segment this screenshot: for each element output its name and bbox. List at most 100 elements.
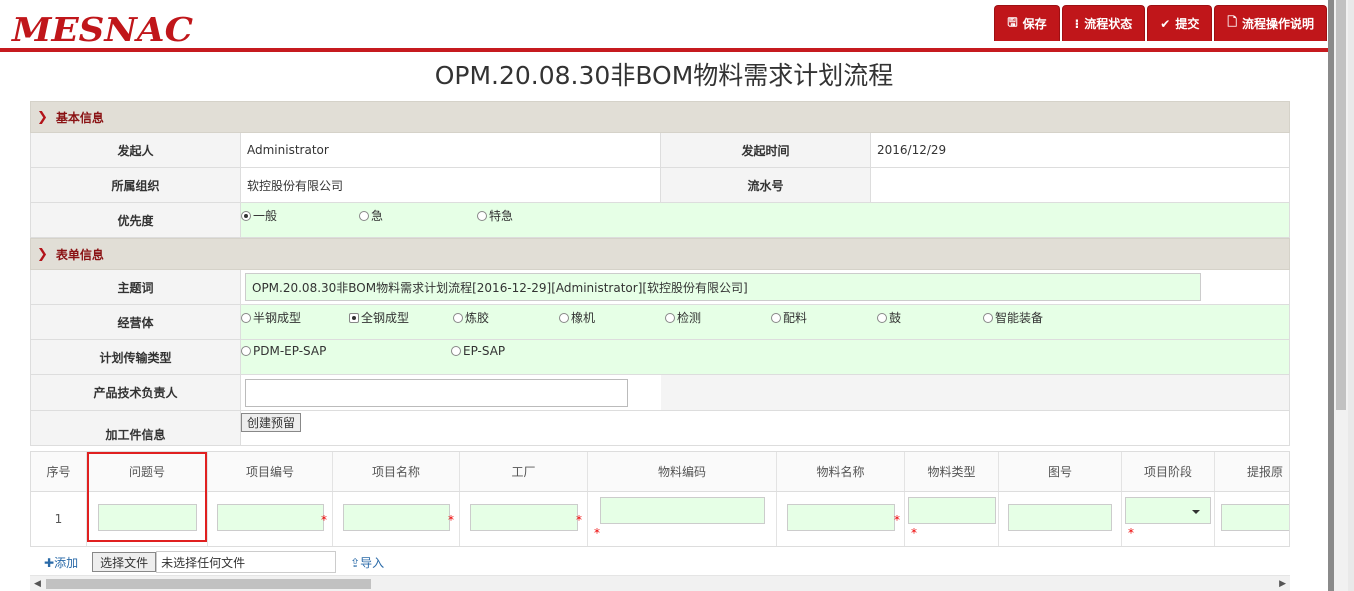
factory-input[interactable] — [469, 504, 578, 531]
doc-icon: 🗋 — [1227, 15, 1237, 29]
scroll-left-icon[interactable]: ◀ — [34, 579, 41, 589]
report-reason-cell — [1215, 492, 1289, 546]
material-code-cell: * — [588, 492, 777, 546]
row-process-parts: 加工件信息 创建预留 — [30, 411, 1290, 446]
submit-label: 提交 — [1175, 17, 1200, 31]
serial-value — [871, 168, 1289, 202]
flow-help-button[interactable]: 🗋 流程操作说明 — [1214, 5, 1327, 41]
header: MESNAC 🖫 保存 ⁝ 流程状态 ✔ 提交 🗋 流程操作说明 — [0, 0, 1328, 52]
priority-option-normal[interactable]: 一般 — [241, 207, 359, 224]
col-material-type: 物料类型 — [905, 452, 999, 491]
chevron-right-icon: ❯ — [37, 246, 48, 262]
required-mark: * — [448, 513, 454, 527]
project-no-input[interactable] — [216, 504, 324, 531]
page-title: OPM.20.08.30非BOM物料需求计划流程 — [434, 61, 894, 90]
material-type-input[interactable] — [907, 497, 996, 524]
plus-icon: ✚ — [44, 555, 55, 570]
grid-header: 序号 问题号 项目编号 项目名称 工厂 物料编码 物料名称 物料类型 图号 项目… — [31, 452, 1289, 492]
initiator-value: Administrator — [241, 133, 661, 167]
subject-cell: OPM.20.08.30非BOM物料需求计划流程[2016-12-29][Adm… — [241, 270, 1289, 304]
col-report-reason: 提报原 — [1247, 465, 1284, 479]
required-mark: * — [576, 513, 582, 527]
row-business-unit: 经营体 半钢成型 全钢成型 炼胶 橡机 检测 配料 鼓 智能装备 — [30, 305, 1290, 340]
process-cell: 创建预留 — [241, 411, 1289, 445]
project-stage-cell: * — [1122, 492, 1215, 546]
horizontal-scrollbar[interactable]: ◀ ▶ — [30, 575, 1290, 591]
radio-icon — [877, 312, 887, 323]
priority-radios: 一般 急 特急 — [241, 203, 1289, 237]
table-row: 1 * * * * * * * — [31, 492, 1289, 546]
priority-option-urgent[interactable]: 急 — [359, 207, 477, 224]
required-mark: * — [911, 526, 917, 540]
save-button[interactable]: 🖫 保存 — [994, 5, 1060, 41]
drawing-no-input[interactable] — [1008, 504, 1112, 531]
initiator-label: 发起人 — [31, 133, 241, 167]
project-stage-select[interactable] — [1125, 497, 1211, 524]
vertical-scrollbar[interactable] — [1328, 0, 1354, 591]
radio-icon — [983, 312, 993, 323]
required-mark: * — [894, 513, 900, 527]
radio-icon — [559, 312, 569, 323]
subject-input[interactable]: OPM.20.08.30非BOM物料需求计划流程[2016-12-29][Adm… — [245, 273, 1201, 301]
time-label: 发起时间 — [661, 133, 871, 167]
project-no-cell: * — [208, 492, 333, 546]
radio-icon — [453, 312, 463, 323]
project-name-input[interactable] — [342, 504, 450, 531]
flow-help-label: 流程操作说明 — [1241, 17, 1314, 31]
biz-option-drum[interactable]: 鼓 — [877, 309, 983, 326]
row-owner: 产品技术负责人 — [30, 375, 1290, 411]
transfer-option-ep-sap[interactable]: EP-SAP — [451, 344, 505, 358]
import-link[interactable]: ⇪导入 — [350, 554, 384, 571]
radio-icon — [241, 312, 251, 323]
biz-option-mixing[interactable]: 炼胶 — [453, 309, 559, 326]
priority-label: 优先度 — [31, 203, 241, 237]
section-title: 基本信息 — [55, 110, 104, 125]
submit-button[interactable]: ✔ 提交 — [1147, 5, 1213, 41]
biz-option-all-steel[interactable]: 全钢成型 — [347, 309, 453, 326]
add-row-link[interactable]: ✚添加 — [44, 554, 78, 571]
flow-status-button[interactable]: ⁝ 流程状态 — [1061, 5, 1146, 41]
col-project-name: 项目名称 — [333, 452, 460, 491]
material-name-input[interactable] — [786, 504, 895, 531]
biz-option-semi-steel[interactable]: 半钢成型 — [241, 309, 347, 326]
choose-file-button[interactable]: 选择文件 — [92, 552, 157, 572]
time-value: 2016/12/29 — [877, 143, 947, 157]
owner-input[interactable] — [245, 378, 628, 407]
biz-label: 经营体 — [31, 305, 241, 339]
section-form-info[interactable]: ❯ 表单信息 — [30, 238, 1290, 270]
material-name-cell: * — [777, 492, 905, 546]
material-code-input[interactable] — [599, 497, 765, 524]
radio-checked-icon — [241, 210, 251, 221]
biz-option-rubber-machine[interactable]: 橡机 — [559, 309, 665, 326]
vertical-scroll-thumb[interactable] — [1336, 0, 1346, 410]
transfer-option-pdm-ep-sap[interactable]: PDM-EP-SAP — [241, 344, 451, 358]
biz-option-testing[interactable]: 检测 — [665, 309, 771, 326]
report-reason-input[interactable] — [1221, 504, 1289, 531]
material-grid: 序号 问题号 项目编号 项目名称 工厂 物料编码 物料名称 物料类型 图号 项目… — [30, 451, 1290, 547]
mesnac-logo: MESNAC — [12, 10, 193, 49]
save-icon: 🖫 — [1007, 15, 1018, 29]
biz-option-batching[interactable]: 配料 — [771, 309, 877, 326]
row-initiator: 发起人 Administrator 发起时间 2016/12/29 — [30, 133, 1290, 168]
save-label: 保存 — [1022, 17, 1047, 31]
row-seq: 1 — [31, 492, 87, 546]
row-org: 所属组织 软控股份有限公司 流水号 — [30, 168, 1290, 203]
create-reservation-button[interactable]: 创建预留 — [241, 413, 302, 432]
required-mark: * — [594, 526, 600, 540]
project-name-cell: * — [333, 492, 460, 546]
scroll-right-icon[interactable]: ▶ — [1279, 579, 1286, 589]
drawing-no-cell — [999, 492, 1122, 546]
check-icon: ✔ — [1160, 16, 1171, 31]
priority-option-critical[interactable]: 特急 — [477, 207, 513, 224]
chevron-right-icon: ❯ — [37, 109, 48, 125]
biz-option-smart-equipment[interactable]: 智能装备 — [983, 309, 1043, 326]
radio-icon — [771, 312, 781, 323]
section-basic-info[interactable]: ❯ 基本信息 — [30, 101, 1290, 133]
radio-checked-icon — [349, 312, 359, 323]
required-mark: * — [1128, 526, 1134, 540]
radio-icon — [477, 210, 487, 221]
horizontal-scroll-thumb[interactable] — [46, 579, 371, 589]
material-type-cell: * — [905, 492, 999, 546]
row-transfer-type: 计划传输类型 PDM-EP-SAP EP-SAP — [30, 340, 1290, 375]
row-subject: 主题词 OPM.20.08.30非BOM物料需求计划流程[2016-12-29]… — [30, 270, 1290, 305]
